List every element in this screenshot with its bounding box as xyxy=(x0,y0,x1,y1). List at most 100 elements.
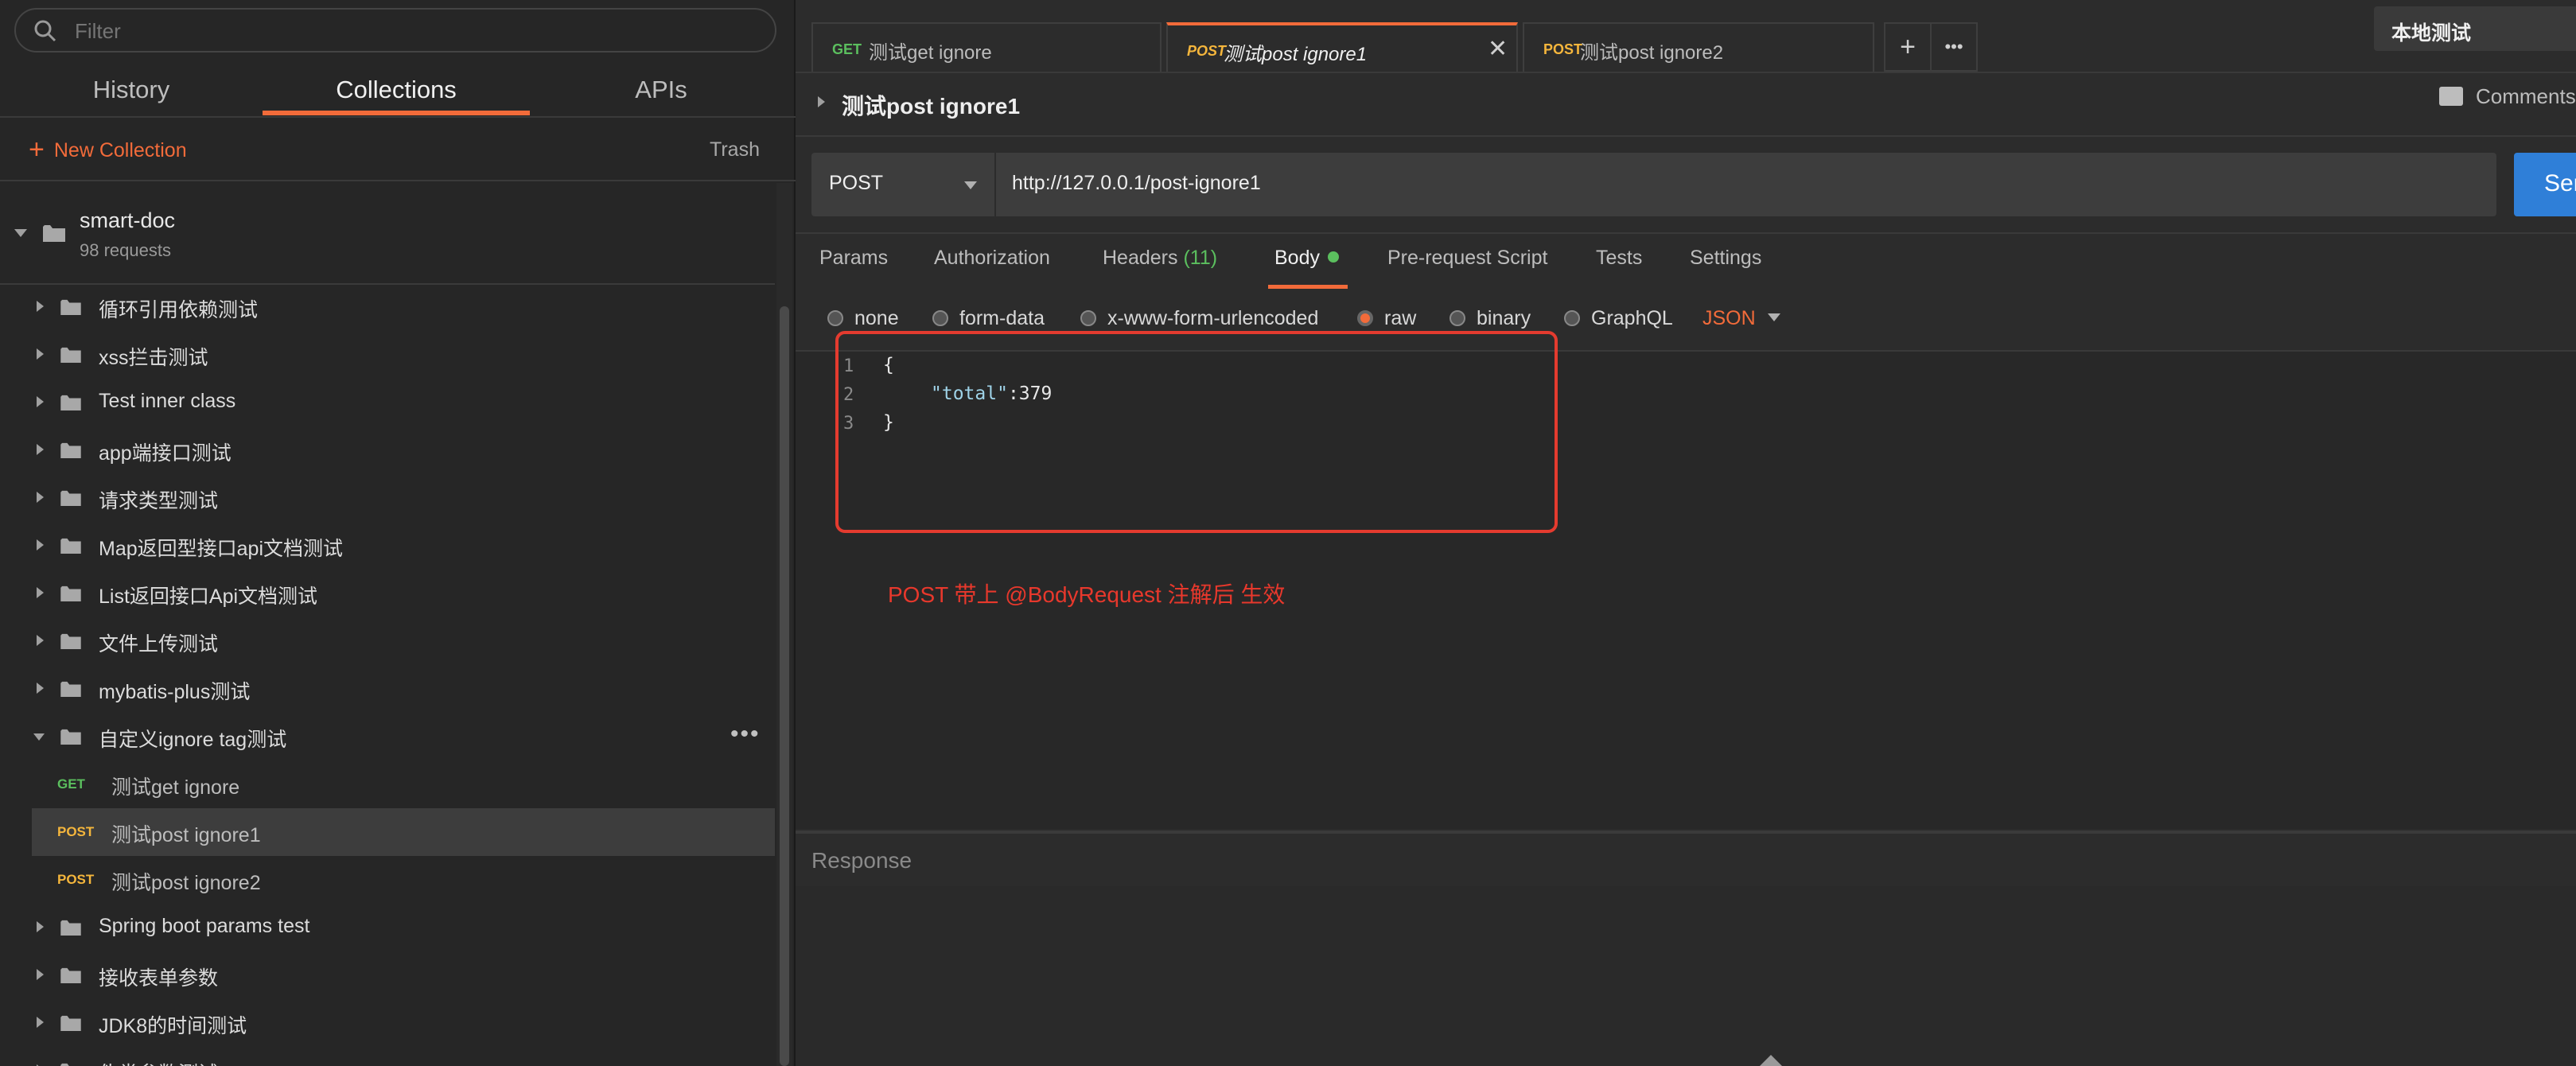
tab-more-button[interactable]: ••• xyxy=(1930,22,1978,72)
folder-label: xss拦击测试 xyxy=(99,347,208,369)
folder-item[interactable]: JDK8的时间测试 xyxy=(32,999,775,1047)
search-input[interactable] xyxy=(73,16,757,46)
folder-item[interactable]: 请求类型测试 xyxy=(32,474,775,522)
collection-count: 98 requests xyxy=(80,240,171,260)
new-collection-button[interactable]: + New Collection xyxy=(29,134,187,165)
radio-icon xyxy=(1449,310,1465,326)
radio-label: raw xyxy=(1384,307,1417,329)
folder-icon xyxy=(60,490,81,506)
folder-icon xyxy=(60,299,81,315)
caret-right-icon xyxy=(37,396,44,407)
folder-label: 自定义ignore tag测试 xyxy=(99,729,287,751)
folder-item[interactable]: 循环引用依赖测试 xyxy=(32,283,775,331)
folder-item[interactable]: mybatis-plus测试 xyxy=(32,665,775,713)
search-box[interactable] xyxy=(14,8,776,53)
divider xyxy=(0,116,796,118)
radio-raw[interactable]: raw xyxy=(1357,307,1416,330)
folder-item[interactable]: Spring boot params test xyxy=(32,904,775,951)
radio-form-data[interactable]: form-data xyxy=(932,307,1045,330)
folder-icon xyxy=(60,395,81,410)
tab-tests[interactable]: Tests xyxy=(1596,247,1642,270)
folder-icon xyxy=(60,729,81,745)
headers-label: Headers xyxy=(1103,247,1178,269)
method-badge: POST xyxy=(1187,43,1227,59)
environment-select[interactable]: 本地测试 xyxy=(2374,6,2576,51)
request-item-selected[interactable]: POST 测试post ignore1 xyxy=(32,808,775,856)
folder-icon xyxy=(60,681,81,697)
send-label: Send xyxy=(2544,170,2576,196)
caret-right-icon xyxy=(37,921,44,932)
folder-icon xyxy=(60,967,81,983)
more-icon[interactable]: ••• xyxy=(730,721,761,748)
request-title: 测试post ignore1 xyxy=(842,94,1021,119)
radio-graphql[interactable]: GraphQL xyxy=(1564,307,1673,330)
tab-title: 测试post ignore2 xyxy=(1580,42,1724,64)
folder-item[interactable]: 接收表单参数 xyxy=(32,951,775,999)
collection-header[interactable]: smart-doc 98 requests xyxy=(0,189,775,283)
method-select[interactable]: POST xyxy=(811,153,994,216)
trash-link[interactable]: Trash xyxy=(710,134,760,165)
tab-apis[interactable]: APIs xyxy=(530,73,792,116)
resize-handle-icon[interactable] xyxy=(1760,1055,1782,1066)
caret-right-icon[interactable] xyxy=(818,96,825,107)
folder-label: 请求类型测试 xyxy=(99,490,219,512)
divider xyxy=(0,180,796,181)
new-collection-label: New Collection xyxy=(53,139,187,161)
send-button[interactable]: Send xyxy=(2514,153,2576,216)
folder-item[interactable]: 文件上传测试 xyxy=(32,617,775,665)
scrollbar-thumb[interactable] xyxy=(780,306,789,1066)
radio-none[interactable]: none xyxy=(827,307,899,330)
tab-history[interactable]: History xyxy=(0,73,263,116)
radio-x-www-form-urlencoded[interactable]: x-www-form-urlencoded xyxy=(1080,307,1318,330)
folder-item[interactable]: List返回接口Api文档测试 xyxy=(32,570,775,617)
request-item[interactable]: POST 测试post ignore2 xyxy=(32,856,775,904)
search-icon xyxy=(34,20,56,42)
folder-label: 伪类参数测试 xyxy=(99,1058,218,1066)
request-tab[interactable]: GET 测试get ignore xyxy=(811,22,1162,72)
folder-label: JDK8的时间测试 xyxy=(99,1015,247,1037)
response-header[interactable]: Response xyxy=(796,831,2576,886)
new-tab-button[interactable]: + xyxy=(1884,22,1932,72)
body-label: Body xyxy=(1274,247,1320,269)
folder-icon xyxy=(60,586,81,601)
request-item[interactable]: GET 测试get ignore xyxy=(32,761,775,808)
close-icon[interactable]: ✕ xyxy=(1488,35,1508,63)
folder-label: Map返回型接口api文档测试 xyxy=(99,538,343,560)
tab-headers[interactable]: Headers (11) xyxy=(1103,247,1217,270)
caret-right-icon xyxy=(37,492,44,503)
tab-collections[interactable]: Collections xyxy=(263,73,530,116)
folder-icon xyxy=(60,920,81,936)
response-area xyxy=(796,886,2576,1066)
caret-right-icon xyxy=(37,635,44,646)
url-input[interactable]: http://127.0.0.1/post-ignore1 xyxy=(996,153,2496,216)
radio-label: none xyxy=(854,307,899,329)
url-value: http://127.0.0.1/post-ignore1 xyxy=(1012,172,1261,194)
caret-right-icon xyxy=(37,587,44,598)
tab-body[interactable]: Body xyxy=(1274,247,1339,270)
radio-label: binary xyxy=(1477,307,1531,329)
tab-settings[interactable]: Settings xyxy=(1690,247,1761,270)
folder-icon xyxy=(43,225,65,242)
folder-item[interactable]: Map返回型接口api文档测试 xyxy=(32,522,775,570)
active-tab-indicator xyxy=(263,111,530,115)
caret-right-icon xyxy=(37,683,44,694)
folder-item-expanded[interactable]: 自定义ignore tag测试 ••• xyxy=(32,713,775,761)
chevron-down-icon[interactable] xyxy=(1768,313,1780,321)
comments-button[interactable]: Comments xyxy=(2439,84,2576,109)
tab-params[interactable]: Params xyxy=(819,247,888,270)
tab-pre-request-script[interactable]: Pre-request Script xyxy=(1387,247,1547,270)
folder-item[interactable]: 伪类参数测试 xyxy=(32,1047,775,1066)
tab-authorization[interactable]: Authorization xyxy=(934,247,1050,270)
body-language-select[interactable]: JSON xyxy=(1702,307,1756,330)
caret-down-icon xyxy=(14,229,27,237)
request-tab[interactable]: POST 测试post ignore2 xyxy=(1523,22,1874,72)
headers-count: (11) xyxy=(1183,247,1218,269)
radio-binary[interactable]: binary xyxy=(1449,307,1531,330)
caret-right-icon xyxy=(37,301,44,312)
request-tab-active[interactable]: POST 测试post ignore1 ✕ xyxy=(1166,22,1518,72)
folder-item[interactable]: app端接口测试 xyxy=(32,426,775,474)
folder-item[interactable]: xss拦击测试 xyxy=(32,331,775,379)
folder-item[interactable]: Test inner class xyxy=(32,379,775,426)
request-label: 测试get ignore xyxy=(111,776,240,799)
radio-label: GraphQL xyxy=(1591,307,1673,329)
